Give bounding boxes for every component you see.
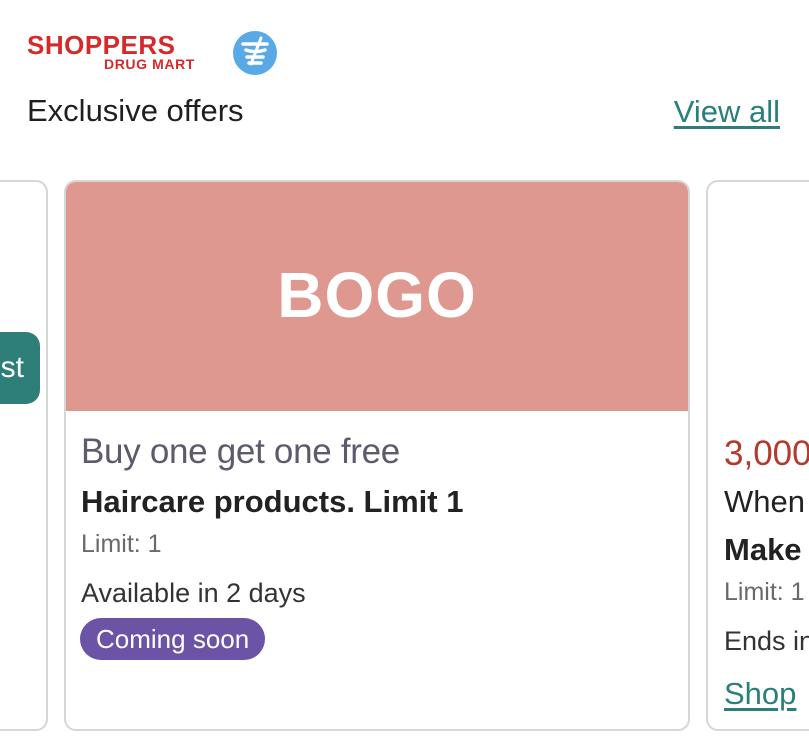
offer-banner-text: BOGO bbox=[277, 258, 477, 331]
mortar-pestle-icon bbox=[233, 31, 277, 75]
offer-availability: Available in 2 days bbox=[81, 578, 306, 608]
offer-banner: BOGO bbox=[66, 182, 688, 411]
offer-condition: When bbox=[724, 484, 805, 519]
section-title: Exclusive offers bbox=[27, 93, 244, 128]
offer-card-next[interactable]: 3,000 When Make Limit: 1 Ends in Shop bbox=[706, 180, 809, 731]
shop-link[interactable]: Shop bbox=[724, 675, 796, 713]
view-all-link[interactable]: View all bbox=[674, 93, 780, 131]
offer-card-bogo[interactable]: BOGO Buy one get one free Haircare produ… bbox=[64, 180, 690, 731]
offer-description: Make bbox=[724, 532, 802, 567]
status-badge: Coming soon bbox=[80, 618, 266, 660]
previous-card-action-button[interactable]: st bbox=[0, 332, 40, 404]
offer-ends: Ends in bbox=[724, 626, 809, 656]
offer-headline: Buy one get one free bbox=[81, 432, 400, 471]
offer-card-previous[interactable] bbox=[0, 180, 48, 731]
offer-limit: Limit: 1 bbox=[81, 530, 162, 558]
logo-subtitle: DRUG MART bbox=[104, 56, 195, 72]
logo-wordmark: SHOPPERS bbox=[27, 30, 176, 60]
offer-points: 3,000 bbox=[724, 434, 809, 473]
offer-description: Haircare products. Limit 1 bbox=[81, 484, 464, 519]
shoppers-logo: SHOPPERS DRUG MART bbox=[27, 30, 277, 78]
offer-limit: Limit: 1 bbox=[724, 578, 805, 606]
